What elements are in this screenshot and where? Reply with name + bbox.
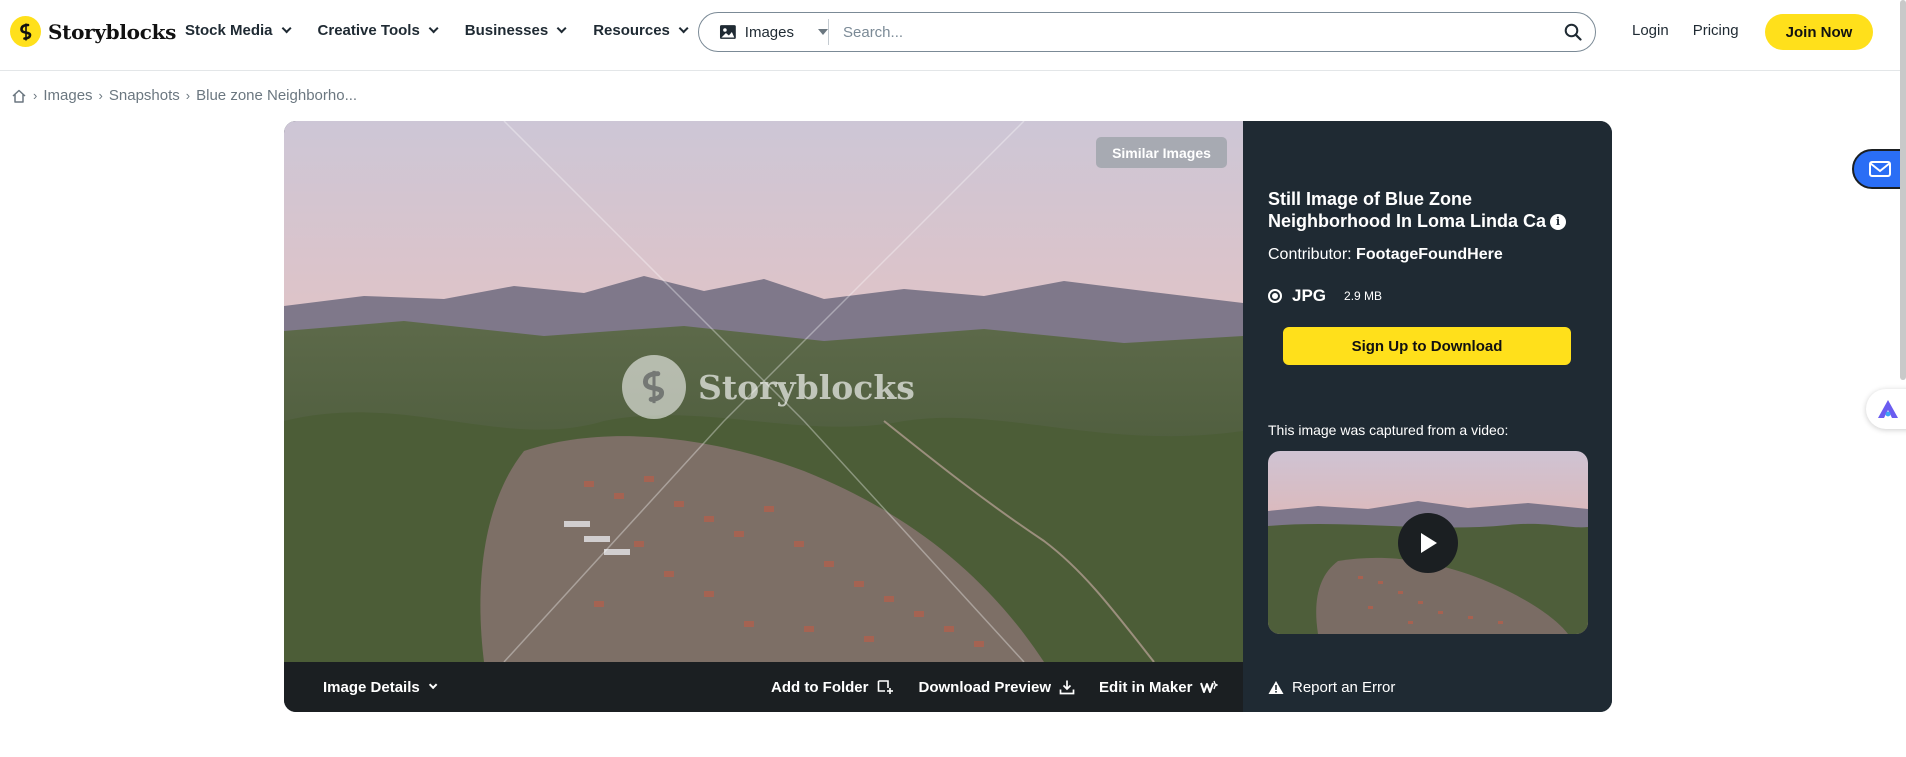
main-nav: Stock Media Creative Tools Businesses Re… — [185, 22, 689, 39]
nav-label: Creative Tools — [317, 22, 420, 39]
warning-icon — [1268, 681, 1284, 694]
floating-mail-widget[interactable] — [1852, 149, 1906, 189]
edit-in-maker-label: Edit in Maker — [1099, 678, 1193, 696]
contributor: Contributor: FootageFoundHere — [1268, 246, 1503, 264]
search-type-label: Images — [744, 23, 794, 41]
chevron-right-icon: › — [33, 88, 38, 103]
chevron-down-icon — [556, 23, 567, 34]
download-preview-label: Download Preview — [918, 678, 1052, 696]
chevron-down-icon — [281, 23, 292, 34]
nav-resources[interactable]: Resources — [593, 22, 689, 39]
chevron-right-icon: › — [185, 88, 191, 103]
image-details-label: Image Details — [323, 678, 420, 696]
play-button[interactable] — [1398, 513, 1458, 573]
join-now-button[interactable]: Join Now — [1765, 14, 1873, 50]
chevron-down-icon — [428, 23, 439, 34]
floating-assistant-widget[interactable] — [1866, 389, 1906, 429]
nav-businesses[interactable]: Businesses — [464, 22, 567, 39]
chevron-down-icon — [678, 23, 689, 34]
search-input[interactable] — [829, 23, 1551, 41]
logo-mark-icon — [10, 16, 41, 47]
nav-label: Stock Media — [185, 22, 273, 39]
site-header: Storyblocks Stock Media Creative Tools B… — [0, 0, 1906, 71]
watermark-text: Storyblocks — [698, 367, 915, 407]
maker-icon — [1200, 680, 1219, 693]
breadcrumb-item-snapshots[interactable]: Snapshots — [109, 87, 180, 104]
captured-from-video-text: This image was captured from a video: — [1268, 422, 1509, 438]
nav-stock-media[interactable]: Stock Media — [185, 22, 292, 39]
header-links: Login Pricing — [1632, 22, 1739, 39]
breadcrumb: › Images › Snapshots › Blue zone Neighbo… — [11, 87, 357, 104]
image-action-bar: Image Details Add to Folder Download Pre… — [284, 662, 1243, 712]
page-scrollbar[interactable] — [1900, 0, 1906, 380]
add-to-folder-button[interactable]: Add to Folder — [771, 679, 895, 696]
mail-icon — [1869, 161, 1891, 177]
play-icon — [1421, 533, 1437, 553]
format-option-jpg[interactable]: JPG 2.9 MB — [1268, 286, 1382, 306]
chevron-right-icon: › — [98, 88, 103, 103]
breadcrumb-item-images[interactable]: Images — [43, 87, 92, 104]
storyblocks-logo[interactable]: Storyblocks — [10, 16, 176, 47]
add-to-folder-label: Add to Folder — [771, 678, 869, 696]
login-link[interactable]: Login — [1632, 22, 1669, 39]
nav-label: Resources — [593, 22, 670, 39]
search-type-select[interactable]: Images — [699, 19, 829, 45]
contributor-prefix: Contributor: — [1268, 246, 1352, 263]
caret-down-icon — [818, 29, 828, 35]
report-error-label: Report an Error — [1292, 679, 1396, 696]
search-button[interactable] — [1551, 13, 1595, 51]
format-radio[interactable] — [1268, 289, 1282, 303]
assistant-icon — [1878, 400, 1898, 418]
logo-text: Storyblocks — [48, 19, 177, 44]
source-video-thumbnail[interactable] — [1268, 451, 1588, 634]
nav-label: Businesses — [464, 22, 549, 39]
download-icon — [1059, 680, 1075, 695]
image-details-toggle[interactable]: Image Details — [323, 678, 438, 696]
sign-up-to-download-button[interactable]: Sign Up to Download — [1283, 327, 1571, 365]
image-icon — [719, 25, 736, 39]
home-icon[interactable] — [11, 88, 27, 104]
edit-in-maker-button[interactable]: Edit in Maker — [1099, 678, 1219, 696]
nav-creative-tools[interactable]: Creative Tools — [317, 22, 439, 39]
download-preview-button[interactable]: Download Preview — [919, 679, 1076, 696]
image-title: Still Image of Blue Zone Neighborhood In… — [1268, 188, 1588, 232]
format-name: JPG — [1292, 286, 1327, 305]
info-icon[interactable]: i — [1550, 214, 1566, 231]
chevron-down-icon — [428, 680, 438, 690]
similar-images-button[interactable]: Similar Images — [1096, 137, 1227, 168]
storyblocks-watermark: Storyblocks — [622, 355, 915, 419]
radio-selected-dot — [1272, 293, 1278, 299]
preview-image[interactable]: Similar Images Storyblocks — [284, 121, 1243, 662]
search-icon — [1564, 23, 1582, 41]
search-bar: Images — [698, 12, 1596, 52]
pricing-link[interactable]: Pricing — [1693, 22, 1739, 39]
image-info-panel: Still Image of Blue Zone Neighborhood In… — [1243, 121, 1612, 712]
folder-add-icon — [877, 680, 893, 694]
format-size: 2.9 MB — [1344, 289, 1383, 303]
breadcrumb-item-current: Blue zone Neighborho... — [196, 87, 358, 104]
image-actions: Add to Folder Download Preview Edit in M… — [771, 678, 1219, 696]
image-detail-card: Similar Images Storyblocks Image Details… — [284, 121, 1612, 712]
image-title-text: Still Image of Blue Zone Neighborhood In… — [1268, 189, 1546, 231]
report-error-link[interactable]: Report an Error — [1268, 679, 1395, 696]
contributor-name-link[interactable]: FootageFoundHere — [1356, 246, 1503, 263]
watermark-logo-icon — [622, 355, 686, 419]
